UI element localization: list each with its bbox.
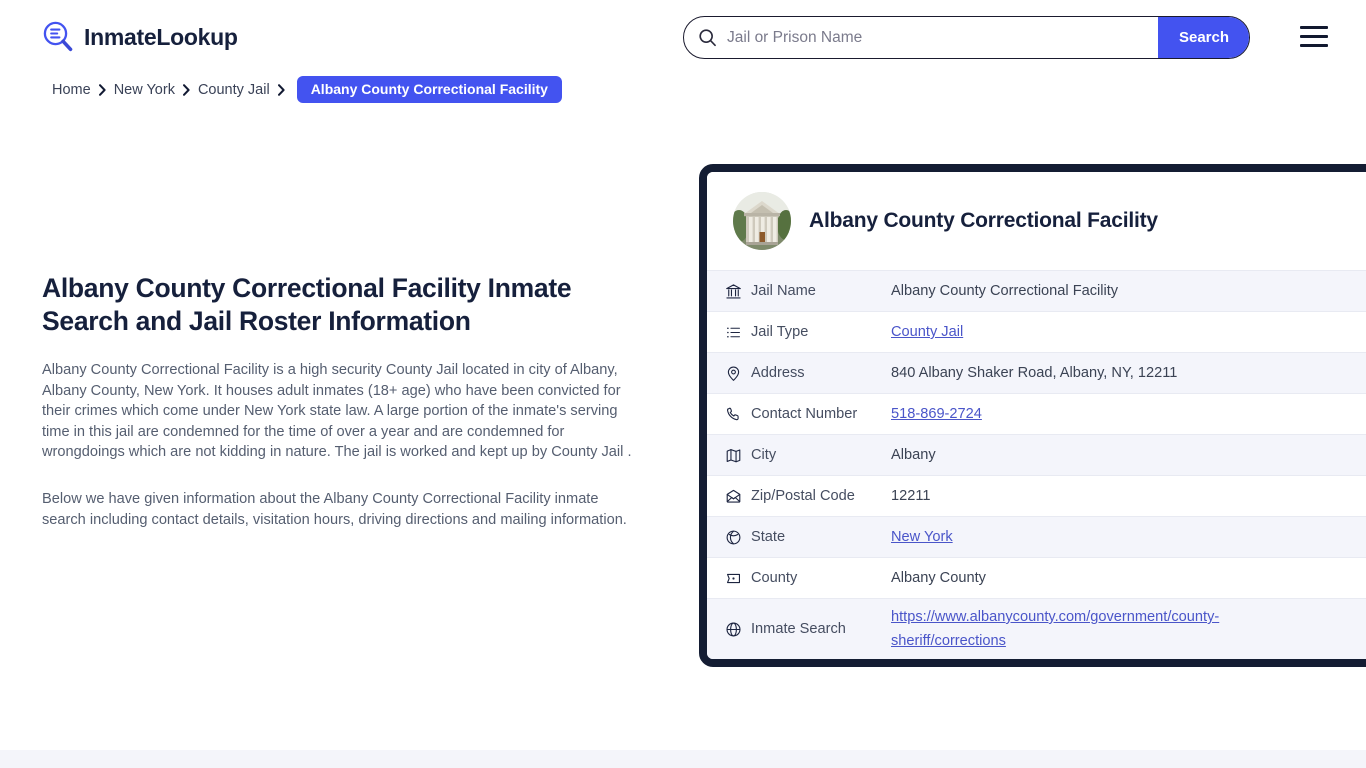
- envelope-icon: [707, 488, 751, 505]
- row-value: 12211: [891, 488, 931, 504]
- row-value: Albany County: [891, 570, 986, 586]
- page-bottom-strip: [0, 750, 1366, 768]
- row-value: Albany: [891, 447, 936, 463]
- table-row: Jail Type County Jail: [707, 311, 1366, 352]
- row-value: Albany County Correctional Facility: [891, 283, 1119, 299]
- table-row: Inmate Search https://www.albanycounty.c…: [707, 598, 1366, 659]
- hamburger-bar: [1300, 43, 1328, 47]
- courthouse-building-photo: [733, 192, 791, 250]
- globe-icon: [707, 621, 751, 638]
- row-label: Jail Name: [751, 283, 816, 299]
- contact-number-link[interactable]: 518-869-2724: [891, 406, 982, 422]
- search-bar[interactable]: Search: [683, 16, 1250, 59]
- breadcrumb-item-new-york[interactable]: New York: [114, 82, 175, 98]
- article-paragraph-1: Albany County Correctional Facility is a…: [42, 362, 632, 461]
- map-icon: [707, 447, 751, 464]
- facility-info-card: Albany County Correctional Facility Jail…: [699, 164, 1366, 667]
- table-row: County Albany County: [707, 557, 1366, 598]
- table-row: Jail Name Albany County Correctional Fac…: [707, 270, 1366, 311]
- jail-type-link[interactable]: County Jail: [891, 324, 963, 340]
- row-value: County Jail: [891, 320, 1366, 344]
- table-row: City Albany: [707, 434, 1366, 475]
- magnifier-list-logo-icon: [41, 20, 75, 54]
- bank-building-icon: [707, 283, 751, 300]
- facility-card-title: Albany County Correctional Facility: [809, 209, 1158, 232]
- row-label: Address: [751, 365, 805, 381]
- facility-info-table: Jail Name Albany County Correctional Fac…: [707, 270, 1366, 659]
- hamburger-menu-icon[interactable]: [1300, 26, 1328, 47]
- phone-icon: [707, 406, 751, 423]
- search-input[interactable]: [717, 17, 1158, 58]
- site-header: InmateLookup Search: [0, 0, 1366, 74]
- breadcrumb-item-county-jail[interactable]: County Jail: [198, 82, 270, 98]
- search-icon: [698, 28, 717, 47]
- map-pin-icon: [707, 365, 751, 382]
- row-label: Contact Number: [751, 406, 858, 422]
- row-label: City: [751, 447, 777, 463]
- table-row: Zip/Postal Code 12211: [707, 475, 1366, 516]
- chevron-right-icon: [277, 83, 285, 96]
- row-value: 840 Albany Shaker Road, Albany, NY, 1221…: [891, 365, 1178, 381]
- page-title: Albany County Correctional Facility Inma…: [42, 273, 572, 336]
- article-content: Albany County Correctional Facility Inma…: [42, 272, 642, 530]
- breadcrumb: Home New York County Jail Albany County …: [52, 76, 562, 103]
- facility-card-header: Albany County Correctional Facility: [707, 172, 1366, 270]
- row-label: Jail Type: [751, 324, 809, 340]
- row-label: County: [751, 570, 798, 586]
- search-button[interactable]: Search: [1158, 17, 1249, 58]
- breadcrumb-item-home[interactable]: Home: [52, 82, 91, 98]
- inmate-search-link[interactable]: https://www.albanycounty.com/government/…: [891, 609, 1219, 649]
- table-row: Address 840 Albany Shaker Road, Albany, …: [707, 352, 1366, 393]
- row-label: Zip/Postal Code: [751, 488, 855, 504]
- row-value: 518-869-2724: [891, 402, 1366, 426]
- row-label: Inmate Search: [751, 621, 846, 637]
- hamburger-bar: [1300, 26, 1328, 30]
- row-label: State: [751, 529, 786, 545]
- brand-name: InmateLookup: [84, 23, 238, 50]
- article-paragraph-2: Below we have given information about th…: [42, 490, 627, 528]
- chevron-right-icon: [98, 83, 106, 96]
- row-value: https://www.albanycounty.com/government/…: [891, 605, 1291, 653]
- hamburger-bar: [1300, 34, 1328, 39]
- list-icon: [707, 324, 751, 341]
- breadcrumb-current-page: Albany County Correctional Facility: [296, 76, 562, 103]
- globe-americas-icon: [707, 529, 751, 546]
- chevron-right-icon: [182, 83, 190, 96]
- state-link[interactable]: New York: [891, 529, 953, 545]
- county-flag-icon: [707, 570, 751, 587]
- brand-logo[interactable]: InmateLookup: [41, 20, 238, 54]
- table-row: State New York: [707, 516, 1366, 557]
- table-row: Contact Number 518-869-2724: [707, 393, 1366, 434]
- row-value: New York: [891, 525, 1366, 549]
